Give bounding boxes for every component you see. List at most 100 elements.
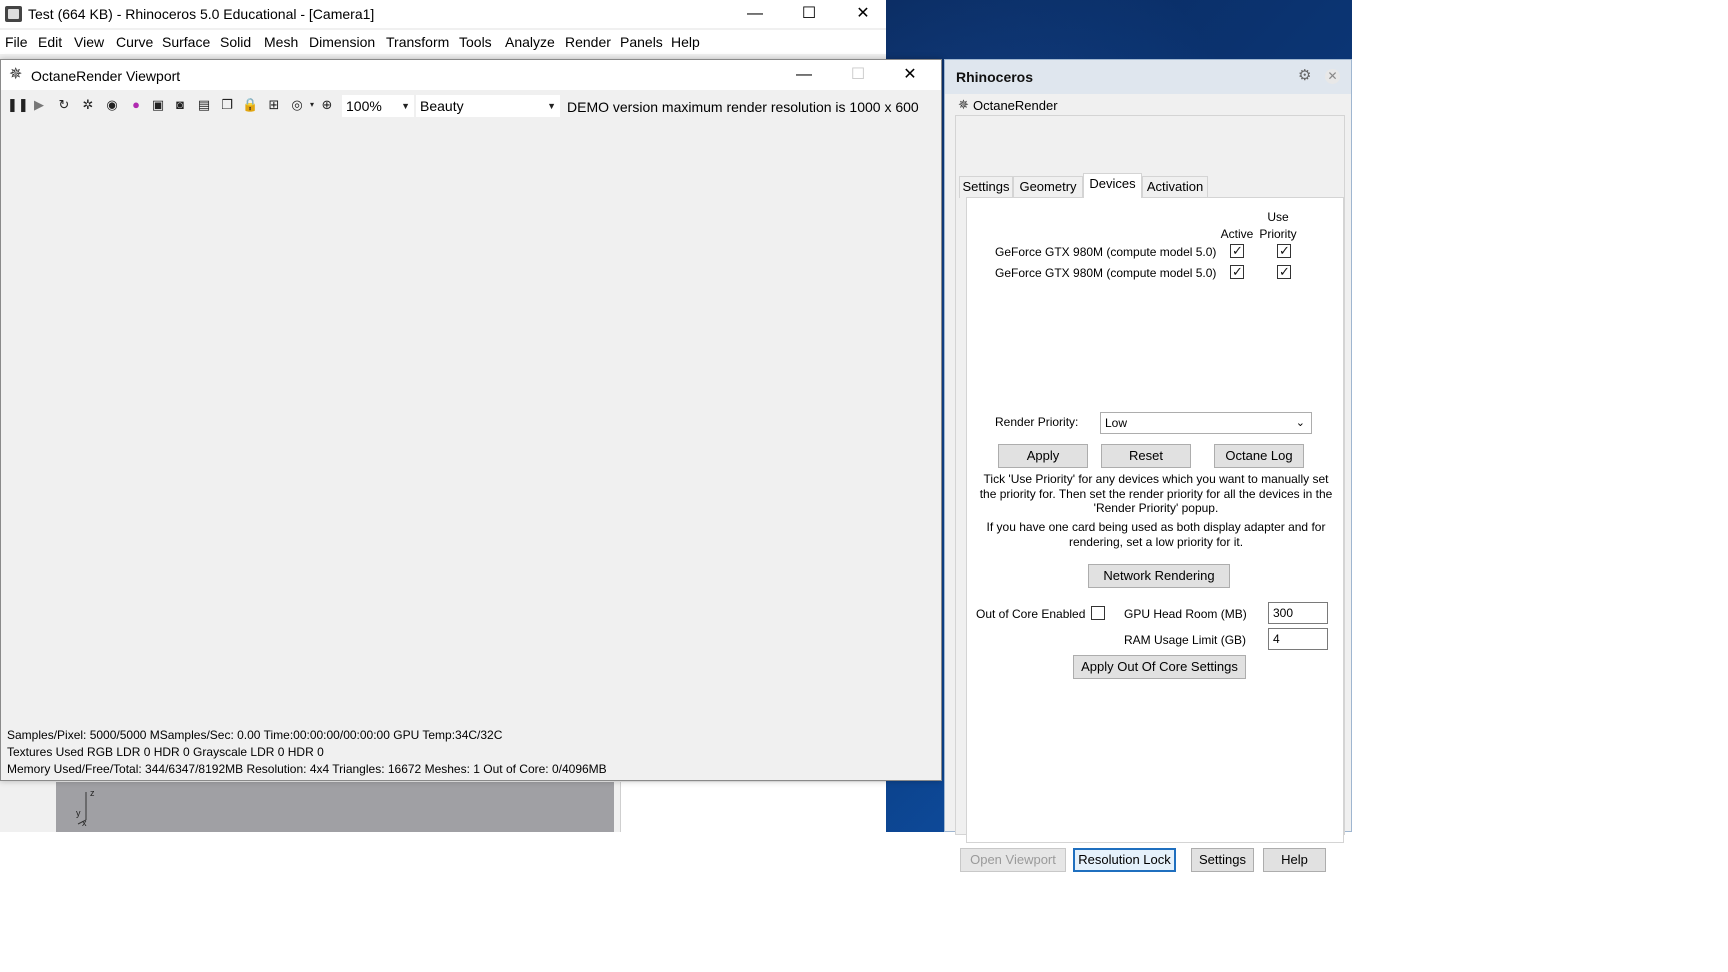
help-line: If you have one card being used as both … xyxy=(986,520,1326,534)
open-viewport-button[interactable]: Open Viewport xyxy=(960,848,1066,872)
tab-geometry[interactable]: Geometry xyxy=(1013,176,1083,198)
octane-log-button[interactable]: Octane Log xyxy=(1214,444,1304,468)
render-pass-select[interactable]: Beauty ▼ xyxy=(416,95,560,117)
zoom-icon[interactable]: ⊕ xyxy=(319,97,335,113)
close-icon[interactable]: ✕ xyxy=(840,0,886,28)
menu-solid[interactable]: Solid xyxy=(220,34,251,50)
restart-icon[interactable]: ↻ xyxy=(56,97,72,113)
menu-view[interactable]: View xyxy=(74,34,104,50)
menu-tools[interactable]: Tools xyxy=(459,34,492,50)
gpu-headroom-input[interactable] xyxy=(1268,602,1328,624)
settings-button[interactable]: Settings xyxy=(1191,848,1254,872)
octane-titlebar[interactable]: ✵ OctaneRender Viewport — ☐ ✕ xyxy=(1,60,941,90)
close-icon[interactable]: ✕ xyxy=(1325,69,1340,84)
minimize-icon[interactable]: — xyxy=(781,61,827,89)
device-name: GeForce GTX 980M (compute model 5.0) xyxy=(995,245,1217,259)
device-active-checkbox[interactable] xyxy=(1230,264,1244,280)
apply-button[interactable]: Apply xyxy=(998,444,1088,468)
rhino-viewport[interactable]: z y x xyxy=(56,782,614,832)
out-of-core-label: Out of Core Enabled xyxy=(976,607,1086,621)
axis-y-label: y xyxy=(76,808,81,818)
network-rendering-button[interactable]: Network Rendering xyxy=(1088,564,1230,588)
octane-logo-icon: ✵ xyxy=(958,97,969,112)
menu-panels[interactable]: Panels xyxy=(620,34,663,50)
octane-window-title: OctaneRender Viewport xyxy=(31,68,181,84)
gear-icon[interactable]: ⚙ xyxy=(1298,66,1311,84)
demo-notice: DEMO version maximum render resolution i… xyxy=(567,99,919,115)
priority-help-text: Tick 'Use Priority' for any devices whic… xyxy=(971,472,1341,516)
reset-button[interactable]: Reset xyxy=(1101,444,1191,468)
tab-settings[interactable]: Settings xyxy=(959,176,1013,198)
ram-limit-input[interactable] xyxy=(1268,628,1328,650)
octane-render-canvas[interactable] xyxy=(1,122,941,728)
axis-widget-icon: z y x xyxy=(76,788,95,826)
menu-edit[interactable]: Edit xyxy=(38,34,62,50)
zoom-select[interactable]: 100% ▼ xyxy=(342,95,414,117)
octane-viewport-window: ✵ OctaneRender Viewport — ☐ ✕ ❚❚ ▶ ↻ ✲ ◉… xyxy=(0,59,942,781)
axis-z-label: z xyxy=(90,788,95,798)
resolution-lock-button[interactable]: Resolution Lock xyxy=(1073,848,1176,872)
menu-transform[interactable]: Transform xyxy=(386,34,449,50)
device-use-priority-checkbox[interactable] xyxy=(1277,243,1291,259)
render-priority-label: Render Priority: xyxy=(995,415,1079,429)
maximize-icon[interactable]: ☐ xyxy=(786,0,832,28)
menu-analyze[interactable]: Analyze xyxy=(505,34,555,50)
octane-logo-icon: ✵ xyxy=(9,66,23,83)
col-use-header: Use xyxy=(1267,210,1289,224)
help-line: 'Render Priority' popup. xyxy=(1093,501,1219,515)
display-adapter-help-text: If you have one card being used as both … xyxy=(971,520,1341,549)
panel-title: Rhinoceros xyxy=(956,69,1034,85)
lock-icon[interactable]: 🔒 xyxy=(242,97,258,113)
maximize-icon: ☐ xyxy=(850,66,866,83)
device-use-priority-checkbox[interactable] xyxy=(1277,264,1291,280)
apply-out-of-core-button[interactable]: Apply Out Of Core Settings xyxy=(1073,655,1246,679)
chevron-down-icon: ⌄ xyxy=(1295,417,1305,429)
menu-render[interactable]: Render xyxy=(565,34,611,50)
play-icon[interactable]: ▶ xyxy=(31,97,47,113)
grid-icon[interactable]: ⊞ xyxy=(266,97,282,113)
axis-x-label: x xyxy=(82,818,87,826)
menu-mesh[interactable]: Mesh xyxy=(264,34,298,50)
status-textures: Textures Used RGB LDR 0 HDR 0 Grayscale … xyxy=(7,745,324,759)
zoom-value: 100% xyxy=(346,98,382,114)
device-name: GeForce GTX 980M (compute model 5.0) xyxy=(995,266,1217,280)
display-mode-dropdown-icon[interactable]: ▾ xyxy=(304,97,320,113)
menu-surface[interactable]: Surface xyxy=(162,34,210,50)
menu-dimension[interactable]: Dimension xyxy=(309,34,375,50)
pause-icon[interactable]: ❚❚ xyxy=(7,97,29,113)
panel-header[interactable]: Rhinoceros ⚙ ✕ xyxy=(945,60,1351,94)
copy-icon[interactable]: ❐ xyxy=(219,97,235,113)
col-active-header: Active xyxy=(1220,227,1254,241)
help-line: Tick 'Use Priority' for any devices whic… xyxy=(983,472,1329,486)
status-memory: Memory Used/Free/Total: 344/6347/8192MB … xyxy=(7,762,607,776)
help-line: the priority for. Then set the render pr… xyxy=(979,486,1333,501)
device-active-checkbox[interactable] xyxy=(1230,243,1244,259)
focus-picker-icon[interactable]: ✲ xyxy=(80,97,96,113)
status-samples: Samples/Pixel: 5000/5000 MSamples/Sec: 0… xyxy=(7,728,503,742)
material-picker-icon[interactable]: ◉ xyxy=(104,97,120,113)
white-balance-icon[interactable]: ▣ xyxy=(150,97,166,113)
plugin-tab-label: OctaneRender xyxy=(973,98,1058,113)
close-icon[interactable]: ✕ xyxy=(887,61,933,89)
rhino-titlebar[interactable]: Test (664 KB) - Rhinoceros 5.0 Education… xyxy=(0,0,886,28)
minimize-icon[interactable]: — xyxy=(732,0,778,28)
tab-activation[interactable]: Activation xyxy=(1142,176,1208,198)
camera-icon[interactable]: ◙ xyxy=(172,97,188,113)
render-statistics: Samples/Pixel: 5000/5000 MSamples/Sec: 0… xyxy=(7,727,607,778)
display-mode-icon[interactable]: ◎ xyxy=(289,97,305,113)
tab-devices[interactable]: Devices xyxy=(1083,173,1142,198)
help-line: rendering, set a low priority for it. xyxy=(1068,534,1244,549)
devices-tab-page: Active Use Priority GeForce GTX 980M (co… xyxy=(966,197,1344,843)
rhino-menubar: File Edit View Curve Surface Solid Mesh … xyxy=(0,30,886,54)
out-of-core-checkbox[interactable] xyxy=(1091,606,1105,620)
menu-curve[interactable]: Curve xyxy=(116,34,153,50)
help-button[interactable]: Help xyxy=(1263,848,1326,872)
render-priority-select[interactable]: Low ⌄ xyxy=(1100,412,1312,434)
render-pass-value: Beauty xyxy=(420,98,464,114)
plugin-tab-octanerender[interactable]: ✵ OctaneRender xyxy=(955,95,1058,115)
menu-help[interactable]: Help xyxy=(671,34,700,50)
color-picker-icon[interactable]: ● xyxy=(128,97,144,113)
region-render-icon[interactable]: ▤ xyxy=(196,97,212,113)
menu-file[interactable]: File xyxy=(5,34,28,50)
octane-toolbar: ❚❚ ▶ ↻ ✲ ◉ ● ▣ ◙ ▤ ❐ 🔒 ⊞ ◎ ▾ ⊕ 100% ▼ Be… xyxy=(1,92,941,118)
